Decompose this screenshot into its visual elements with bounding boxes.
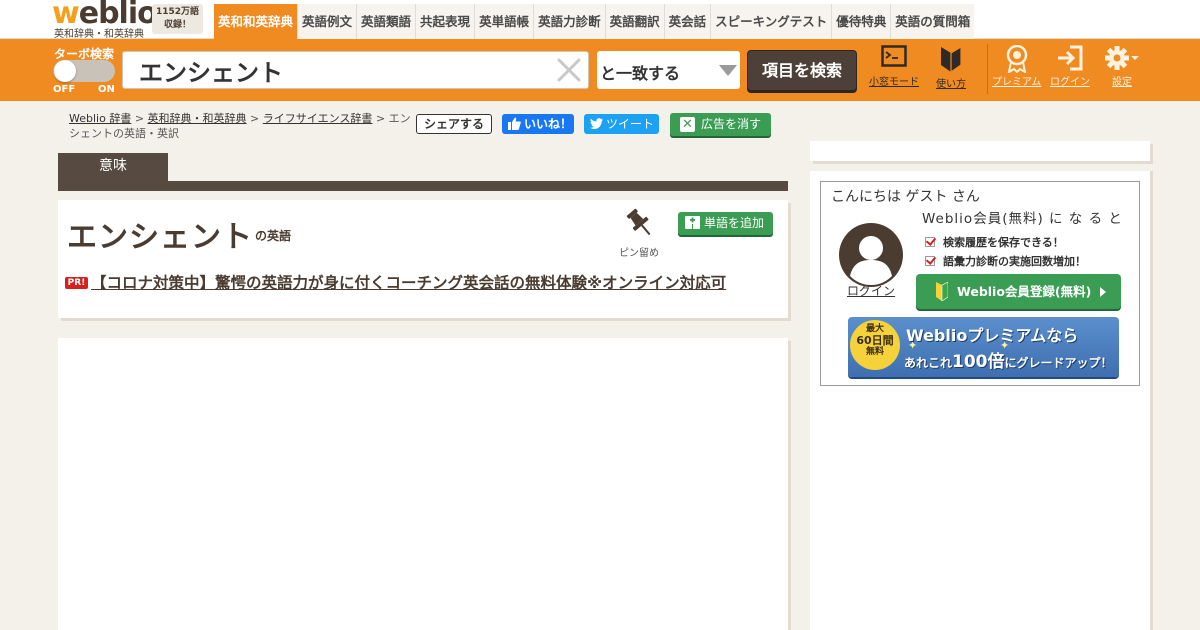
small-window-mode-button[interactable]: 小窓モード [869, 45, 919, 88]
tab-conversation[interactable]: 英会話 [663, 4, 711, 39]
guest-greeting: こんにちは ゲスト さん [831, 189, 980, 205]
weblio-logo[interactable]: weblio 英和辞典・和英辞典 [52, 0, 158, 40]
pin-label: ピン留め [619, 248, 659, 259]
match-mode-value: と一致する [600, 64, 681, 83]
breadcrumb: Weblio 辞書 > 英和辞典・和英辞典 > ライフサイエンス辞書 > エンシ… [69, 112, 411, 140]
login-icon [1058, 45, 1083, 71]
search-button[interactable]: 項目を検索 [747, 50, 857, 91]
breadcrumb-ejje[interactable]: 英和辞典・和英辞典 [148, 112, 247, 125]
premium-subline: あれこれ100倍にグレードアップ！ [904, 352, 1113, 372]
right-top-strip [810, 141, 1150, 161]
how-to-use-button[interactable]: 使い方 [936, 45, 966, 90]
entry-card: エンシェント の英語 ピン留め 単語を追加 PR! 【コロナ対策中】驚愕の英語力… [58, 200, 788, 318]
clear-icon[interactable] [553, 54, 585, 86]
avatar-icon [839, 223, 903, 287]
benefit-item: 検索履歴を保存できる！ [925, 234, 1064, 250]
tool-divider [987, 44, 988, 94]
match-mode-select[interactable]: と一致する [597, 51, 740, 89]
checkbox-icon [925, 237, 935, 247]
small-window-label: 小窓モード [869, 77, 919, 88]
meaning-tab[interactable]: 意味 [58, 153, 168, 182]
remove-ads-button[interactable]: ✕ 広告を消す [670, 113, 771, 136]
free-trial-badge: 最大 60日間 無料 [850, 320, 900, 370]
tab-thesaurus[interactable]: 英語類語 [356, 4, 416, 39]
share-button[interactable]: シェアする [416, 114, 492, 134]
tab-question-box[interactable]: 英語の質問箱 [890, 4, 975, 39]
settings-button[interactable]: 設定 [1104, 45, 1140, 88]
small-window-icon [881, 45, 907, 67]
add-word-button[interactable]: 単語を追加 [678, 212, 773, 235]
settings-label: 設定 [1112, 77, 1132, 88]
service-tabs: 英和和英辞典 英語例文 英語類語 共起表現 英単語帳 英語力診断 英語翻訳 英会… [214, 4, 975, 39]
pr-ad-link[interactable]: 【コロナ対策中】驚愕の英語力が身に付くコーチング英会話の無料体験※オンライン対応… [91, 271, 726, 293]
thumbs-up-icon [508, 117, 521, 130]
member-benefits-title: Weblio会員(無料) に な る と [922, 211, 1123, 227]
logo-subtitle: 英和辞典・和英辞典 [54, 29, 144, 40]
word-count-badge: 1152万語 収録！ [152, 4, 203, 34]
right-sidebar: こんにちは ゲスト さん Weblio会員(無料) に な る と ログイン 検… [810, 171, 1150, 630]
chevron-right-icon [1100, 287, 1106, 297]
tab-special-offers[interactable]: 優待特典 [831, 4, 891, 39]
beginner-mark-icon [941, 45, 962, 74]
tab-speaking-test[interactable]: スピーキングテスト [710, 4, 832, 39]
tab-english-test[interactable]: 英語力診断 [533, 4, 605, 39]
premium-label: プレミアム [992, 77, 1042, 88]
add-book-icon [685, 216, 700, 229]
turbo-search-toggle[interactable] [53, 60, 115, 82]
how-to-use-label: 使い方 [936, 79, 966, 90]
login-label: ログイン [1050, 77, 1090, 88]
like-label: いいね！ [524, 117, 573, 131]
breadcrumb-weblio[interactable]: Weblio 辞書 [69, 112, 131, 125]
chevron-down-icon [719, 65, 737, 76]
register-label: Weblio会員登録(無料) [957, 284, 1092, 299]
premium-button[interactable]: プレミアム [992, 44, 1042, 88]
pr-badge: PR! [65, 277, 88, 289]
entry-word: エンシェント [67, 220, 253, 255]
meaning-bar [58, 181, 788, 191]
turbo-on-label: ON [98, 84, 115, 95]
tab-example-sentences[interactable]: 英語例文 [297, 4, 357, 39]
remove-ads-label: 広告を消す [701, 117, 762, 131]
close-icon: ✕ [680, 117, 695, 132]
top-bar: weblio 英和辞典・和英辞典 1152万語 収録！ 英和和英辞典 英語例文 … [0, 0, 1200, 40]
turbo-off-label: OFF [53, 84, 76, 95]
search-input[interactable] [122, 51, 589, 89]
benefit-item: 語彙力診断の実施回数増加！ [925, 253, 1086, 269]
search-bar: ターボ検索 OFF ON と一致する 項目を検索 小窓モード 使い方 [0, 39, 1200, 101]
checkbox-icon [925, 256, 935, 266]
tweet-button[interactable]: ツイート [584, 114, 659, 134]
premium-headline: Weblioプレミアムなら [906, 326, 1079, 345]
facebook-like-button[interactable]: いいね！ [502, 114, 574, 134]
tab-translation[interactable]: 英語翻訳 [604, 4, 664, 39]
twitter-bird-icon [590, 118, 603, 129]
tab-collocations[interactable]: 共起表現 [415, 4, 475, 39]
tab-wordbook[interactable]: 英単語帳 [474, 4, 534, 39]
gear-icon [1105, 46, 1139, 70]
guest-member-box: こんにちは ゲスト さん Weblio会員(無料) に な る と ログイン 検… [820, 181, 1140, 386]
add-word-label: 単語を追加 [704, 216, 765, 230]
beginner-mark-icon [936, 282, 948, 301]
ad-area [58, 338, 788, 630]
tweet-label: ツイート [606, 117, 655, 131]
premium-banner[interactable]: 最大 60日間 無料 ✦ ✦ Weblioプレミアムなら あれこれ100倍にグレ… [848, 317, 1119, 377]
login-link[interactable]: ログイン [847, 282, 895, 299]
register-button[interactable]: Weblio会員登録(無料) [916, 274, 1121, 309]
breadcrumb-life-science[interactable]: ライフサイエンス辞書 [263, 112, 373, 125]
premium-medal-icon [1006, 44, 1027, 75]
login-button[interactable]: ログイン [1050, 45, 1090, 88]
toggle-knob [54, 60, 76, 82]
entry-suffix: の英語 [255, 229, 292, 243]
pin-icon[interactable] [622, 207, 658, 239]
tab-ejje-dictionary[interactable]: 英和和英辞典 [214, 4, 298, 39]
